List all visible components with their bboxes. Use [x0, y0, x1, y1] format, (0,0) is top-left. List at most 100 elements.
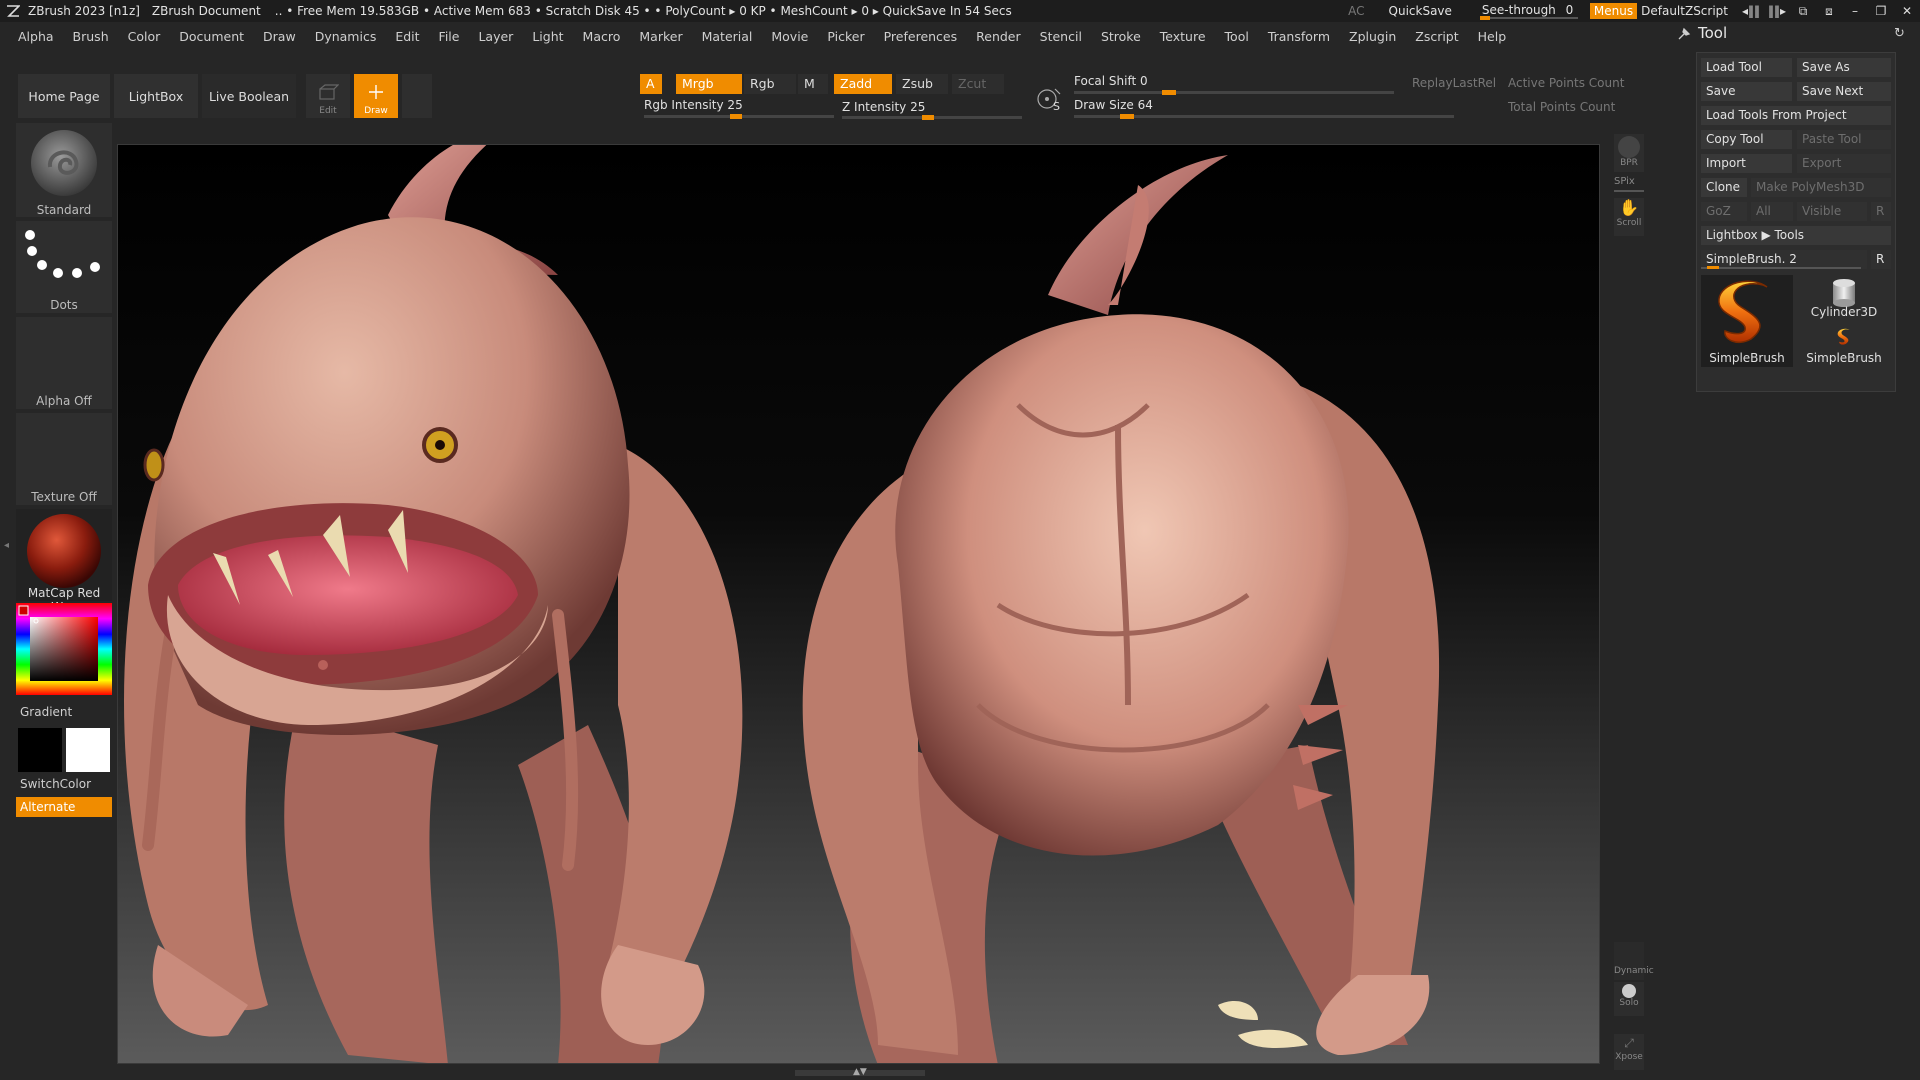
menu-tool[interactable]: Tool	[1215, 29, 1258, 44]
stroke-selector[interactable]: Dots	[16, 221, 112, 313]
see-through-knob[interactable]	[1479, 16, 1490, 20]
load-tool-button[interactable]: Load Tool	[1701, 58, 1792, 77]
clone-button[interactable]: Clone	[1701, 178, 1747, 197]
menu-picker[interactable]: Picker	[817, 29, 873, 44]
menu-brush[interactable]: Brush	[63, 29, 118, 44]
load-tools-from-project-button[interactable]: Load Tools From Project	[1701, 106, 1891, 125]
save-as-button[interactable]: Save As	[1797, 58, 1891, 77]
current-tool-knob[interactable]	[1707, 266, 1719, 269]
lightbox-button[interactable]: LightBox	[114, 74, 198, 118]
draw-mode-button[interactable]: Draw	[354, 74, 398, 118]
see-through-slider[interactable]: See-through 0	[1478, 2, 1582, 20]
menu-light[interactable]: Light	[522, 29, 572, 44]
make-polymesh3d-button[interactable]: Make PolyMesh3D	[1751, 178, 1891, 197]
restore-icon[interactable]: ❐	[1868, 4, 1894, 18]
xpose-button[interactable]: ⤢ Xpose	[1614, 1034, 1644, 1070]
minimize-icon[interactable]: –	[1842, 4, 1868, 18]
menu-help[interactable]: Help	[1468, 29, 1516, 44]
palette-reset-icon[interactable]: ↻	[1894, 26, 1905, 41]
goz-r-button[interactable]: R	[1871, 202, 1891, 221]
menu-marker[interactable]: Marker	[629, 29, 691, 44]
focal-shift-slider[interactable]	[1074, 91, 1394, 94]
menu-edit[interactable]: Edit	[385, 29, 428, 44]
ui-options-icon[interactable]: ⧈	[1816, 4, 1842, 19]
copy-tool-button[interactable]: Copy Tool	[1701, 130, 1792, 149]
menu-preferences[interactable]: Preferences	[874, 29, 967, 44]
main-color-swatch[interactable]	[18, 728, 62, 772]
brush-selector[interactable]: Standard	[16, 123, 112, 217]
bottom-tray-toggle[interactable]: ▲▼	[795, 1067, 925, 1077]
bpr-button[interactable]: BPR	[1614, 134, 1644, 172]
zcut-toggle[interactable]: Zcut	[952, 74, 1004, 94]
menu-color[interactable]: Color	[118, 29, 170, 44]
secondary-color-swatch[interactable]	[66, 728, 110, 772]
solo-button[interactable]: Solo	[1614, 982, 1644, 1016]
menu-draw[interactable]: Draw	[253, 29, 305, 44]
rgb-intensity-knob[interactable]	[730, 114, 742, 119]
import-button[interactable]: Import	[1701, 154, 1792, 173]
paste-tool-button[interactable]: Paste Tool	[1797, 130, 1891, 149]
hide-panels-icon[interactable]: ◂‖‖	[1738, 4, 1764, 18]
alternate-toggle[interactable]: Alternate	[16, 797, 112, 817]
menu-document[interactable]: Document	[169, 29, 253, 44]
menu-stencil[interactable]: Stencil	[1030, 29, 1091, 44]
tool-pin-icon[interactable]	[1676, 26, 1692, 42]
left-tray-toggle-icon[interactable]: ◂	[4, 540, 10, 560]
layout-icon[interactable]: ⧉	[1790, 4, 1816, 19]
menu-layer[interactable]: Layer	[468, 29, 522, 44]
menu-file[interactable]: File	[429, 29, 469, 44]
goz-visible-button[interactable]: Visible	[1797, 202, 1867, 221]
switchcolor-button[interactable]: SwitchColor	[20, 777, 91, 791]
menu-render[interactable]: Render	[966, 29, 1030, 44]
edit-mode-button[interactable]: Edit	[306, 74, 350, 118]
menu-zplugin[interactable]: Zplugin	[1339, 29, 1405, 44]
menu-zscript[interactable]: Zscript	[1405, 29, 1467, 44]
save-next-button[interactable]: Save Next	[1797, 82, 1891, 101]
save-button[interactable]: Save	[1701, 82, 1792, 101]
spix-slider[interactable]	[1614, 190, 1644, 192]
draw-size-knob[interactable]	[1120, 114, 1134, 119]
menu-texture[interactable]: Texture	[1150, 29, 1215, 44]
zsub-toggle[interactable]: Zsub	[896, 74, 948, 94]
close-icon[interactable]: ✕	[1894, 4, 1920, 18]
tool-thumb-cylinder3d[interactable]: Cylinder3D	[1797, 275, 1891, 321]
dynamic-button[interactable]: Dynamic	[1614, 942, 1654, 980]
gradient-label[interactable]: Gradient	[20, 705, 72, 719]
main-secondary-color[interactable]	[16, 726, 112, 772]
current-tool-r-button[interactable]: R	[1871, 250, 1891, 269]
export-button[interactable]: Export	[1797, 154, 1891, 173]
z-intensity-knob[interactable]	[922, 115, 934, 120]
scroll-button[interactable]: ✋ Scroll	[1614, 198, 1644, 236]
menu-material[interactable]: Material	[692, 29, 762, 44]
alpha-selector[interactable]: Alpha Off	[16, 317, 112, 409]
show-panels-icon[interactable]: ‖‖▸	[1764, 4, 1790, 18]
menu-dynamics[interactable]: Dynamics	[305, 29, 386, 44]
lightbox-tools-button[interactable]: Lightbox ▶ Tools	[1701, 226, 1891, 245]
menu-alpha[interactable]: Alpha	[0, 29, 63, 44]
menu-macro[interactable]: Macro	[573, 29, 630, 44]
tool-thumb-simplebrush-main[interactable]: SimpleBrush	[1701, 275, 1793, 367]
menu-stroke[interactable]: Stroke	[1091, 29, 1150, 44]
default-zscript-button[interactable]: DefaultZScript	[1641, 4, 1728, 18]
menu-movie[interactable]: Movie	[761, 29, 817, 44]
menu-transform[interactable]: Transform	[1258, 29, 1339, 44]
tool-thumb-simplebrush-small[interactable]: SimpleBrush	[1797, 323, 1891, 367]
document-canvas[interactable]	[117, 144, 1600, 1064]
quicksave-button[interactable]: QuickSave	[1389, 4, 1452, 18]
menus-toggle[interactable]: Menus	[1589, 3, 1638, 19]
color-picker[interactable]	[16, 603, 112, 695]
current-tool-slider[interactable]: SimpleBrush. 2	[1701, 250, 1867, 269]
mrgb-toggle[interactable]: Mrgb	[676, 74, 742, 94]
replay-last-rel-button[interactable]: ReplayLastRel	[1412, 76, 1496, 90]
tool-palette-title[interactable]: Tool	[1698, 24, 1727, 42]
texture-selector[interactable]: Texture Off	[16, 413, 112, 505]
material-selector[interactable]: MatCap Red Wax	[16, 509, 112, 614]
goz-all-button[interactable]: All	[1751, 202, 1793, 221]
a-toggle[interactable]: A	[640, 74, 662, 94]
live-boolean-button[interactable]: Live Boolean	[202, 74, 296, 118]
zadd-toggle[interactable]: Zadd	[834, 74, 892, 94]
ac-button[interactable]: AC	[1348, 4, 1364, 18]
move-mode-button[interactable]	[402, 74, 432, 118]
m-toggle[interactable]: M	[798, 74, 828, 94]
rgb-toggle[interactable]: Rgb	[744, 74, 796, 94]
